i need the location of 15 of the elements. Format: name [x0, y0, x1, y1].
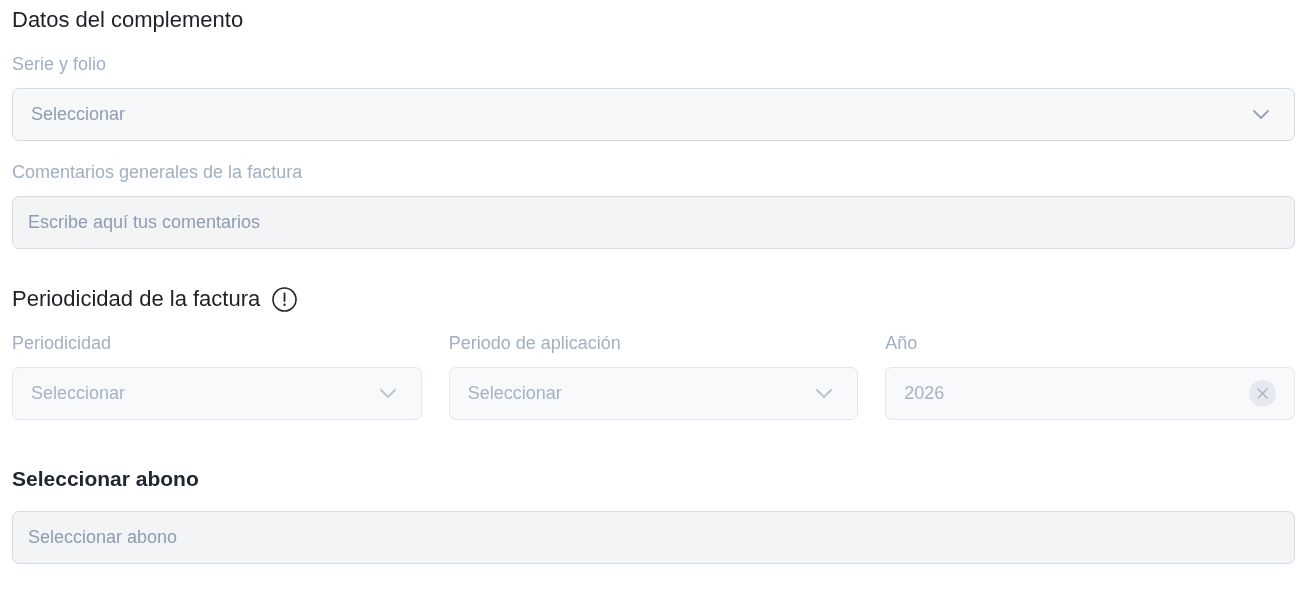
field-label: Periodicidad [12, 333, 113, 353]
info-icon[interactable] [272, 286, 298, 312]
section-title: Periodicidad de la factura [12, 287, 261, 311]
input-field[interactable]: Escribe aquí tus comentarios [12, 196, 1295, 249]
chevron-down-icon [379, 389, 396, 398]
chevron-down-icon [816, 389, 833, 398]
chevron-down-icon [1253, 110, 1269, 119]
field-label: Serie y folio [12, 54, 108, 74]
section-title: Seleccionar abono [12, 467, 199, 491]
field-label: Año [885, 333, 919, 353]
field-label: Periodo de aplicación [448, 333, 622, 353]
input-field[interactable]: Seleccionar abono [12, 511, 1295, 564]
select-field[interactable]: Seleccionar [12, 88, 1295, 141]
field-label: Comentarios generales de la factura [12, 162, 304, 182]
section-title: Datos del complemento [12, 8, 244, 32]
